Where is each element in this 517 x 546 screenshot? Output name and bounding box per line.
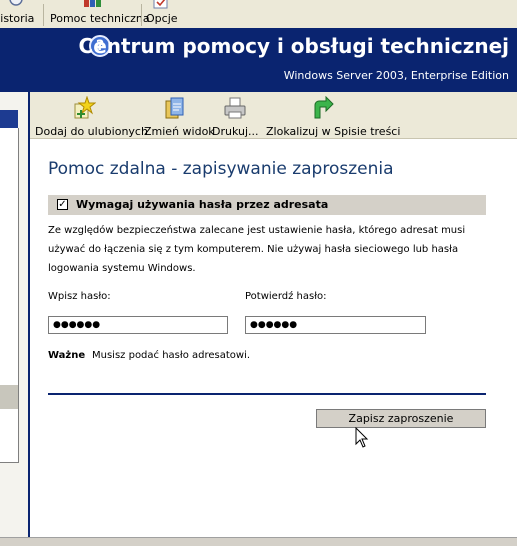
security-description: Ze względów bezpieczeństwa zalecane jest… bbox=[48, 225, 466, 274]
add-to-favorites-button[interactable]: Dodaj do ulubionych bbox=[34, 96, 148, 138]
section-divider bbox=[48, 393, 486, 395]
require-password-checkbox[interactable]: ✓ bbox=[57, 199, 68, 210]
toolbar-separator bbox=[43, 4, 44, 26]
change-view-label: Zmień widok bbox=[144, 125, 215, 138]
main-content: Pomoc zdalna - zapisywanie zaproszenia ✓… bbox=[30, 139, 517, 537]
save-invitation-button[interactable]: Zapisz zaproszenie bbox=[316, 409, 486, 428]
locate-label: Zlokalizuj w Spisie treści bbox=[266, 125, 401, 138]
confirm-password-label: Potwierdź hasło: bbox=[245, 291, 327, 302]
toolbar-separator bbox=[141, 4, 142, 26]
mouse-pointer-icon bbox=[355, 427, 369, 448]
page-title: Pomoc zdalna - zapisywanie zaproszenia bbox=[48, 159, 394, 179]
require-password-bar: ✓ Wymagaj używania hasła przez adresata bbox=[48, 195, 486, 215]
left-pane-section-bar bbox=[0, 385, 18, 409]
print-label: Drukuj... bbox=[212, 125, 259, 138]
options-button[interactable]: Opcje bbox=[144, 0, 180, 27]
password-label: Wpisz hasło: bbox=[48, 291, 111, 302]
history-clock-icon bbox=[9, 0, 23, 6]
password-field[interactable]: ●●●●●● bbox=[48, 316, 228, 334]
left-pane-header bbox=[0, 110, 18, 128]
change-view-button[interactable]: Zmień widok bbox=[142, 96, 215, 138]
support-button[interactable]: Pomoc techniczna bbox=[48, 0, 150, 27]
support-books-icon bbox=[84, 0, 101, 7]
change-view-icon bbox=[165, 97, 184, 119]
history-label: Historia bbox=[0, 12, 35, 25]
left-pane-list[interactable] bbox=[0, 128, 19, 463]
important-label: Ważne bbox=[48, 350, 86, 361]
options-checklist-icon bbox=[153, 0, 168, 9]
add-favorite-star-icon bbox=[74, 96, 96, 119]
favorites-label: Dodaj do ulubionych bbox=[35, 125, 148, 138]
locate-arrow-icon bbox=[314, 96, 334, 119]
history-button[interactable]: Historia bbox=[0, 0, 35, 27]
important-note: Musisz podać hasło adresatowi. bbox=[92, 350, 251, 361]
top-toolbar: Historia Pomoc techniczna Opcje bbox=[0, 0, 517, 29]
options-label: Opcje bbox=[146, 12, 178, 25]
left-pane bbox=[0, 92, 30, 545]
content-toolbar: Dodaj do ulubionych Zmień widok Drukuj..… bbox=[30, 92, 517, 139]
require-password-label[interactable]: Wymagaj używania hasła przez adresata bbox=[76, 198, 328, 211]
locate-in-contents-button[interactable]: Zlokalizuj w Spisie treści bbox=[264, 96, 400, 138]
support-label: Pomoc techniczna bbox=[50, 12, 150, 25]
print-button[interactable]: Drukuj... bbox=[210, 96, 260, 138]
app-title: Centrum pomocy i obsługi technicznej bbox=[78, 34, 509, 58]
printer-icon bbox=[224, 97, 246, 119]
header-banner: ? Centrum pomocy i obsługi technicznej W… bbox=[0, 28, 517, 92]
confirm-password-field[interactable]: ●●●●●● bbox=[245, 316, 426, 334]
edition-subtitle: Windows Server 2003, Enterprise Edition bbox=[283, 69, 509, 82]
